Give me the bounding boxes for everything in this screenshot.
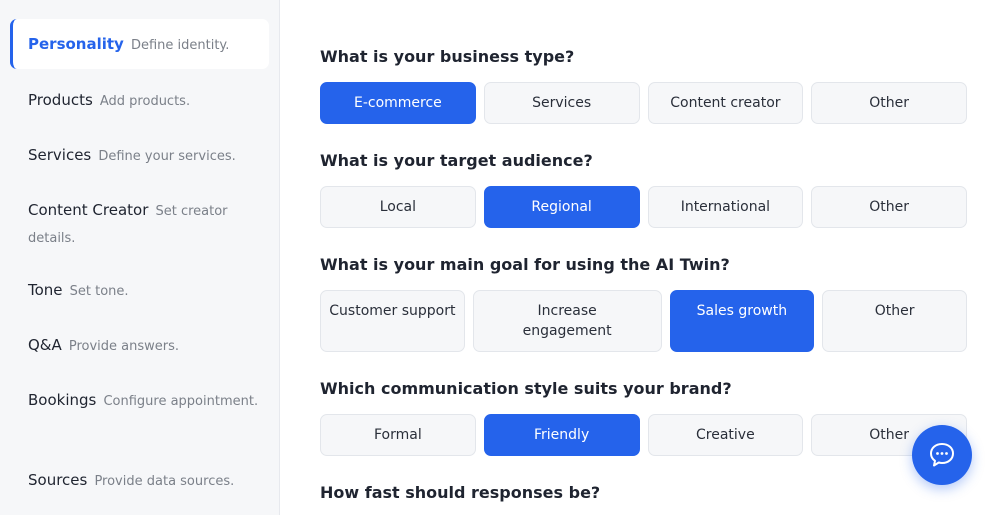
sidebar-item-title: Tone [28, 281, 63, 299]
option-customer-support[interactable]: Customer support [320, 290, 465, 352]
question-target-audience: What is your target audience? [320, 151, 593, 170]
question-business-type: What is your business type? [320, 47, 575, 66]
sidebar-item-title: Personality [28, 34, 124, 53]
option-local[interactable]: Local [320, 186, 476, 228]
sidebar-item-desc: Define your services. [98, 149, 236, 164]
chat-button[interactable] [912, 425, 972, 485]
option-other[interactable]: Other [822, 290, 967, 352]
options-communication-style: Formal Friendly Creative Other [320, 414, 967, 456]
option-e-commerce[interactable]: E-commerce [320, 82, 476, 124]
option-creative[interactable]: Creative [647, 414, 804, 456]
question-main-goal: What is your main goal for using the AI … [320, 255, 730, 274]
sidebar-item-title: Bookings [28, 391, 97, 409]
question-response-speed: How fast should responses be? [320, 483, 601, 502]
sidebar-item-bookings[interactable]: Bookings Configure appointment. [10, 387, 269, 414]
chat-bubble-icon [930, 443, 954, 467]
sidebar-item-title: Q&A [28, 336, 62, 354]
sidebar-item-services[interactable]: Services Define your services. [10, 142, 269, 169]
options-target-audience: Local Regional International Other [320, 186, 967, 228]
option-content-creator[interactable]: Content creator [647, 82, 804, 124]
option-sales-growth[interactable]: Sales growth [669, 290, 815, 352]
option-regional[interactable]: Regional [483, 186, 640, 228]
option-other[interactable]: Other [811, 186, 967, 228]
sidebar-item-products[interactable]: Products Add products. [10, 87, 269, 114]
option-other[interactable]: Other [811, 82, 967, 124]
sidebar-item-title: Services [28, 146, 92, 164]
sidebar-item-desc: Configure appointment. [103, 394, 259, 409]
option-formal[interactable]: Formal [320, 414, 476, 456]
question-communication-style: Which communication style suits your bra… [320, 379, 732, 398]
option-services[interactable]: Services [483, 82, 640, 124]
sidebar-item-desc: Provide answers. [68, 339, 180, 354]
sidebar-item-content-creator[interactable]: Content Creator Set creator details. [10, 197, 269, 251]
sidebar-item-desc: Set tone. [69, 284, 129, 299]
sidebar-item-tone[interactable]: Tone Set tone. [10, 277, 269, 304]
option-friendly[interactable]: Friendly [483, 414, 640, 456]
sidebar-item-sources[interactable]: Sources Provide data sources. [10, 467, 269, 494]
sidebar-item-personality[interactable]: Personality Define identity. [10, 19, 269, 69]
options-main-goal: Customer support Increase engagement Sal… [320, 290, 967, 352]
sidebar-item-desc: Add products. [99, 94, 191, 109]
option-international[interactable]: International [647, 186, 804, 228]
sidebar-item-title: Sources [28, 471, 88, 489]
sidebar-item-title: Content Creator [28, 201, 149, 219]
sidebar-item-title: Products [28, 91, 93, 109]
option-increase-engagement[interactable]: Increase engagement [472, 290, 662, 352]
sidebar: Personality Define identity. Products Ad… [0, 0, 280, 515]
sidebar-item-desc: Provide data sources. [94, 474, 235, 489]
sidebar-item-desc: Define identity. [130, 37, 230, 53]
sidebar-item-qa[interactable]: Q&A Provide answers. [10, 332, 269, 359]
options-business-type: E-commerce Services Content creator Othe… [320, 82, 967, 124]
main-content: What is your business type? E-commerce S… [280, 0, 1007, 515]
